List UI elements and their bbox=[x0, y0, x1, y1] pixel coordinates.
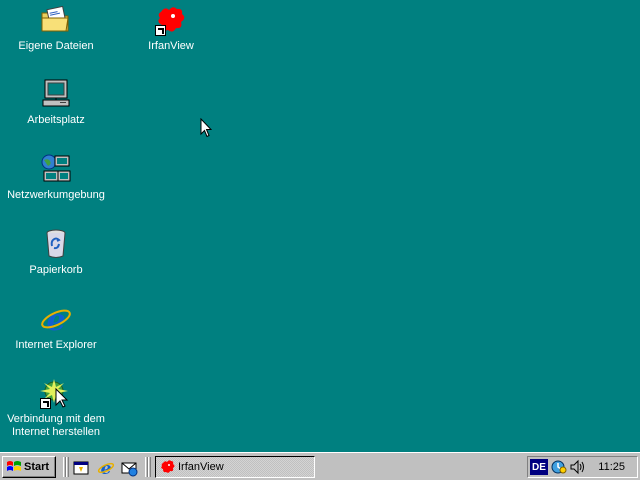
svg-text:e: e bbox=[101, 459, 112, 477]
desktop[interactable]: Eigene Dateien IrfanView Arbeitsplatz Ne… bbox=[0, 0, 640, 452]
desktop-icon-label: Netzwerkumgebung bbox=[7, 189, 105, 201]
outlook-express-icon[interactable] bbox=[120, 459, 138, 477]
show-desktop-icon[interactable] bbox=[73, 459, 91, 477]
clock[interactable]: 11:25 bbox=[598, 461, 625, 473]
volume-icon[interactable] bbox=[569, 459, 587, 475]
irfanview-icon bbox=[161, 460, 175, 473]
desktop-icon-label: Internet Explorer bbox=[15, 339, 97, 351]
system-tray: DE 11:25 bbox=[527, 456, 638, 478]
desktop-icon-my-computer[interactable]: Arbeitsplatz bbox=[0, 78, 112, 127]
desktop-icon-label: Arbeitsplatz bbox=[27, 114, 85, 126]
taskbar: Start e IrfanView DE 11:25 bbox=[0, 452, 640, 480]
my-documents-icon bbox=[40, 4, 72, 36]
desktop-icon-network[interactable]: Netzwerkumgebung bbox=[0, 153, 112, 202]
internet-explorer-icon: e bbox=[40, 303, 72, 338]
taskbar-button-label: IrfanView bbox=[178, 461, 224, 473]
desktop-icon-irfanview[interactable]: IrfanView bbox=[115, 4, 227, 53]
recycle-bin-icon bbox=[40, 228, 72, 260]
network-neighborhood-icon bbox=[40, 153, 72, 185]
desktop-icon-my-documents[interactable]: Eigene Dateien bbox=[0, 4, 112, 53]
svg-text:e: e bbox=[46, 303, 65, 335]
shortcut-arrow-icon bbox=[155, 25, 166, 36]
irfanview-icon bbox=[155, 4, 187, 36]
taskbar-button-irfanview[interactable]: IrfanView bbox=[155, 456, 315, 478]
desktop-icon-label: Eigene Dateien bbox=[18, 40, 94, 52]
desktop-icon-internet-explorer[interactable]: e Internet Explorer bbox=[0, 303, 112, 352]
start-button[interactable]: Start bbox=[2, 456, 56, 478]
quick-launch-grip[interactable] bbox=[66, 457, 69, 477]
scheduler-icon[interactable] bbox=[550, 459, 568, 475]
start-label: Start bbox=[24, 461, 50, 473]
desktop-icon-label: Verbindung mit dem Internet herstellen bbox=[7, 413, 105, 438]
taskbar-grip[interactable] bbox=[148, 457, 151, 477]
desktop-icon-connect-internet[interactable]: Verbindung mit dem Internet herstellen bbox=[0, 377, 112, 439]
windows-logo-icon bbox=[7, 461, 21, 471]
mouse-cursor-icon bbox=[200, 117, 213, 141]
language-indicator[interactable]: DE bbox=[530, 459, 548, 475]
shortcut-arrow-icon bbox=[40, 398, 51, 409]
internet-explorer-icon[interactable]: e bbox=[97, 459, 115, 479]
desktop-icon-label: Papierkorb bbox=[29, 264, 83, 276]
desktop-icon-label: IrfanView bbox=[148, 40, 194, 52]
my-computer-icon bbox=[40, 78, 72, 110]
connect-to-internet-icon bbox=[40, 377, 72, 409]
desktop-icon-recycle-bin[interactable]: Papierkorb bbox=[0, 228, 112, 277]
